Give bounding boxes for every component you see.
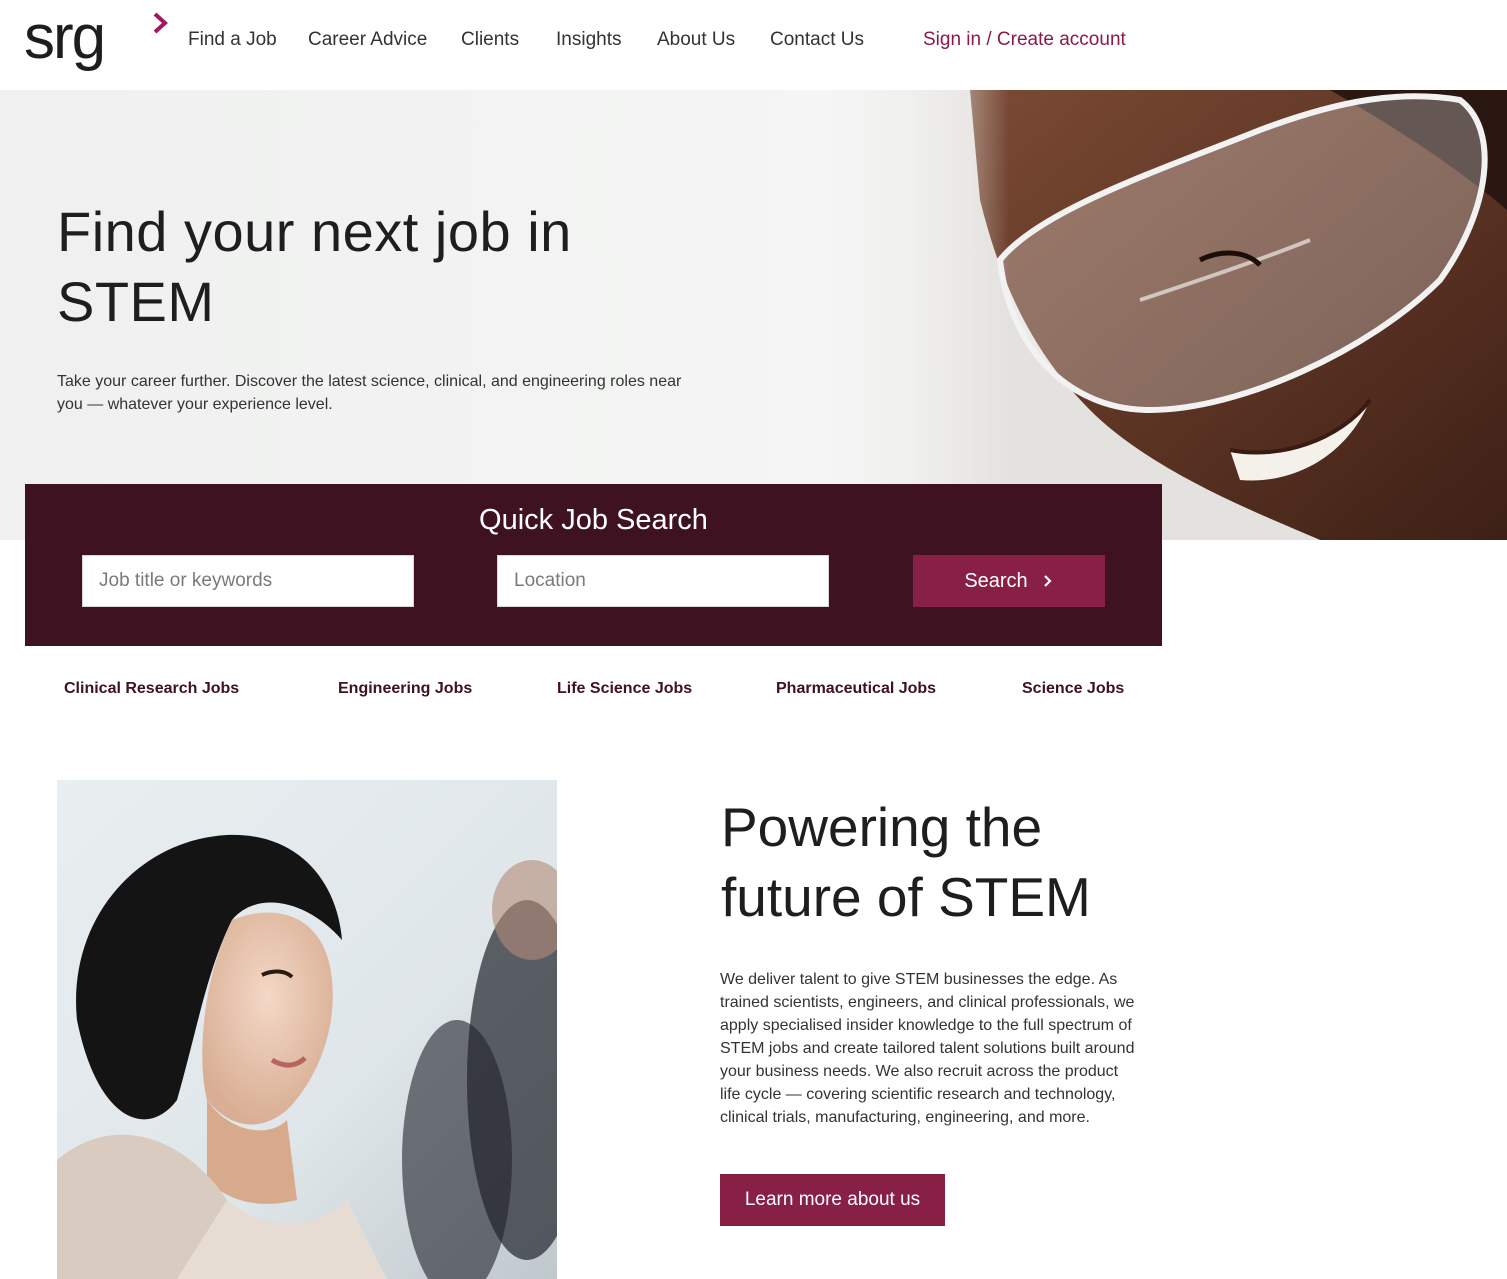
category-link-engineering[interactable]: Engineering Jobs (338, 679, 472, 699)
about-description: We deliver talent to give STEM businesse… (720, 971, 1135, 1126)
logo-wordmark: srg (24, 3, 106, 72)
nav-find-a-job[interactable]: Find a Job (188, 27, 277, 53)
about-professional-image (57, 780, 557, 1279)
search-button-label: Search (964, 569, 1028, 592)
about-photo-graphic (57, 780, 557, 1279)
srg-logo[interactable]: srg (24, 6, 170, 74)
location-input[interactable] (497, 555, 829, 607)
category-link-life-science[interactable]: Life Science Jobs (557, 679, 692, 699)
hero-banner: Find your next job in STEM Take your car… (0, 90, 1507, 540)
chevron-right-icon (1043, 575, 1052, 587)
nav-career-advice[interactable]: Career Advice (308, 27, 427, 53)
nav-insights[interactable]: Insights (556, 27, 621, 53)
nav-clients[interactable]: Clients (461, 27, 519, 53)
category-link-clinical-research[interactable]: Clinical Research Jobs (64, 679, 239, 699)
nav-contact-us[interactable]: Contact Us (770, 27, 864, 53)
quick-job-search-title: Quick Job Search (479, 504, 708, 536)
nav-about-us[interactable]: About Us (657, 27, 735, 53)
site-header: srg Find a Job Career Advice Clients Ins… (0, 0, 1507, 90)
keywords-input[interactable] (82, 555, 414, 607)
learn-more-button[interactable]: Learn more about us (720, 1174, 945, 1226)
about-title: Powering the future of STEM (721, 796, 1091, 928)
category-link-science[interactable]: Science Jobs (1022, 679, 1124, 699)
quick-job-search-panel: Quick Job Search Search (25, 484, 1162, 646)
category-link-pharmaceutical[interactable]: Pharmaceutical Jobs (776, 679, 936, 699)
sign-in-link[interactable]: Sign in / Create account (923, 27, 1126, 53)
logo-chevron-icon (153, 12, 168, 34)
hero-scientist-image (900, 90, 1507, 540)
search-button[interactable]: Search (913, 555, 1105, 607)
hero-title: Find your next job in STEM (57, 200, 572, 333)
hero-subtitle: Take your career further. Discover the l… (57, 373, 682, 413)
